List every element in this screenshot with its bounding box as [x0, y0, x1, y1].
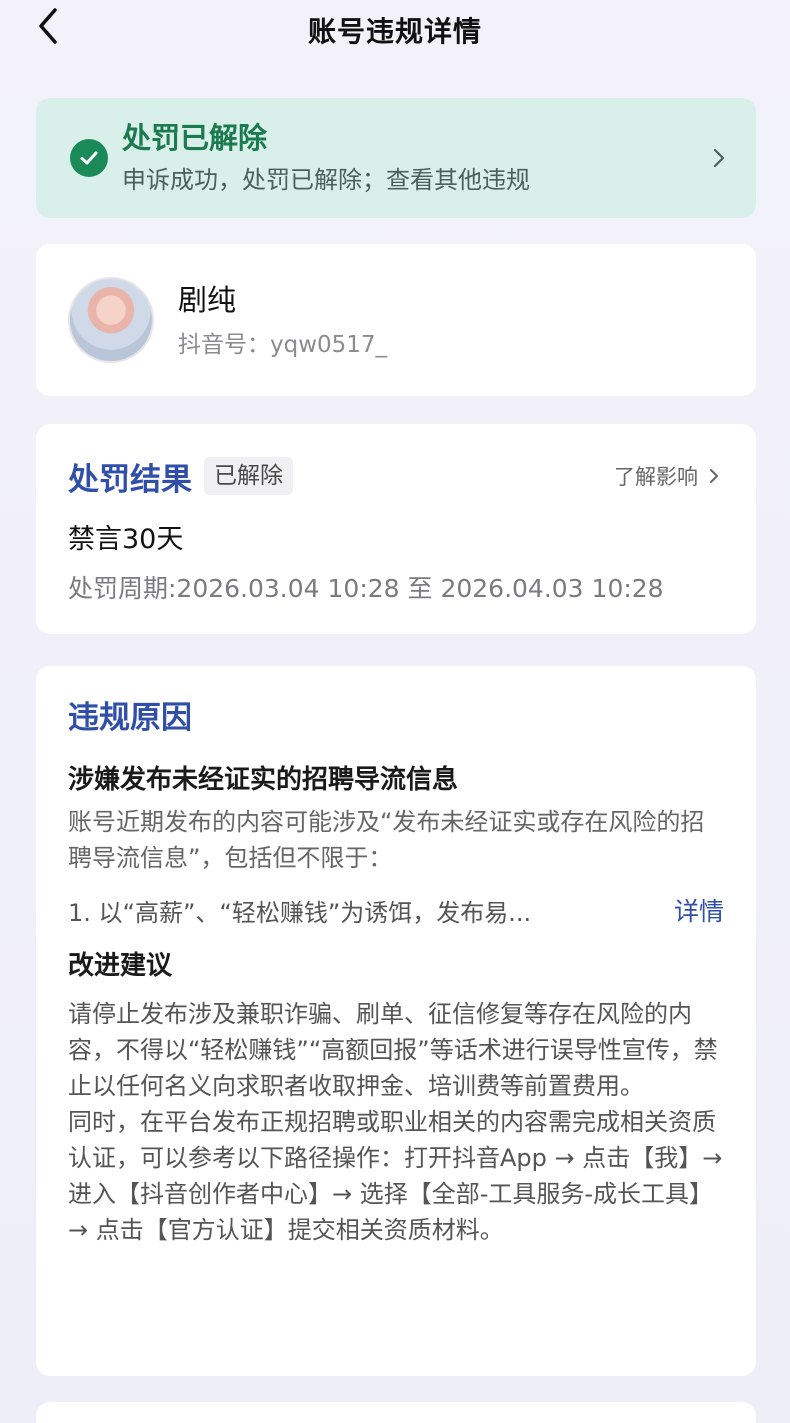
reason-item-text: 1. 以“高薪”、“轻松赚钱”为诱饵，发布易... — [68, 898, 532, 927]
suggestion-body: 请停止发布涉及兼职诈骗、刷单、征信修复等存在风险的内容，不得以“轻松赚钱”“高额… — [68, 1000, 723, 1244]
profile-info: 剧纯 抖音号：yqw0517_ — [178, 280, 387, 360]
violation-reason-card: 违规原因 涉嫌发布未经证实的招聘导流信息 账号近期发布的内容可能涉及“发布未经证… — [36, 666, 756, 1376]
status-badge: 已解除 — [204, 457, 293, 495]
learn-impact-label: 了解影响 — [614, 465, 698, 489]
avatar[interactable] — [68, 277, 154, 363]
punishment-type: 禁言30天 — [68, 524, 184, 555]
reason-item: 1. 以“高薪”、“轻松赚钱”为诱饵，发布易... 详情 — [68, 890, 724, 930]
suggestion-title: 改进建议 — [68, 951, 173, 981]
detail-link[interactable]: 详情 — [674, 892, 724, 928]
chevron-right-icon — [713, 148, 725, 168]
status-banner[interactable]: 处罚已解除 申诉成功，处罚已解除；查看其他违规 — [36, 98, 756, 218]
punishment-period: 处罚周期:2026.03.04 10:28 至 2026.04.03 10:28 — [68, 574, 664, 603]
status-text: 处罚已解除 申诉成功，处罚已解除；查看其他违规 — [122, 118, 712, 198]
page: 账号违规详情 处罚已解除 申诉成功，处罚已解除；查看其他违规 剧纯 抖音号：yq… — [0, 0, 790, 1423]
result-title: 处罚结果 — [68, 461, 192, 498]
next-card — [36, 1402, 756, 1423]
reason-description: 账号近期发布的内容可能涉及“发布未经证实或存在风险的招聘导流信息”，包括但不限于… — [68, 808, 705, 872]
back-button[interactable] — [28, 6, 68, 46]
learn-impact-link[interactable]: 了解影响 — [614, 461, 724, 491]
profile-card: 剧纯 抖音号：yqw0517_ — [36, 244, 756, 396]
status-title: 处罚已解除 — [122, 121, 268, 155]
page-title: 账号违规详情 — [307, 15, 482, 48]
result-header: 处罚结果 已解除 了解影响 — [68, 454, 724, 498]
chevron-right-icon — [710, 469, 718, 483]
punishment-result-card: 处罚结果 已解除 了解影响 禁言30天 处罚周期:2026.03.04 10:2… — [36, 424, 756, 634]
reason-title: 违规原因 — [68, 700, 192, 736]
profile-id: 抖音号：yqw0517_ — [178, 332, 388, 358]
check-circle-icon — [70, 139, 108, 177]
top-bar: 账号违规详情 — [0, 0, 790, 60]
reason-subtitle: 涉嫌发布未经证实的招聘导流信息 — [68, 765, 459, 795]
back-arrow-icon — [39, 8, 57, 44]
status-subtitle: 申诉成功，处罚已解除；查看其他违规 — [122, 166, 530, 194]
profile-name: 剧纯 — [178, 283, 237, 317]
